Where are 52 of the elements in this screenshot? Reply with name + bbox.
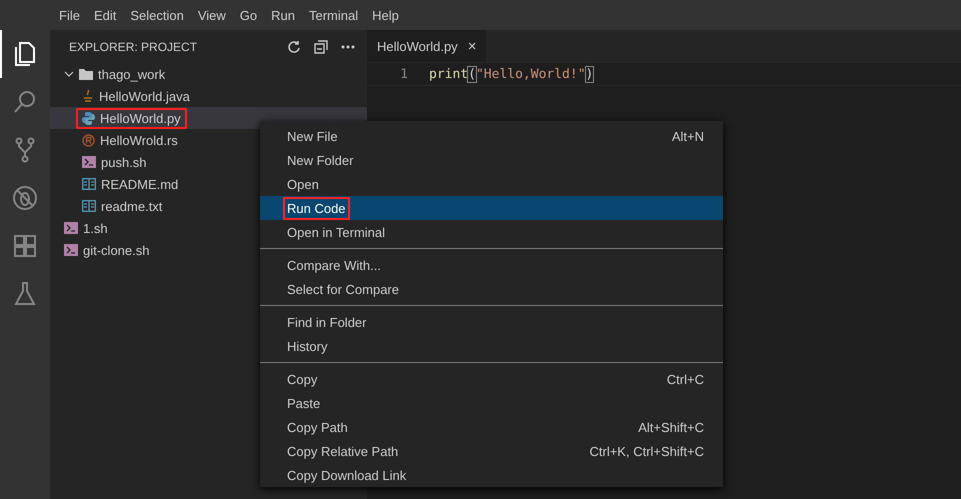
book-icon	[82, 178, 96, 190]
menu-item[interactable]: Select for Compare	[260, 277, 723, 301]
menu-item[interactable]: Paste	[260, 391, 723, 415]
tree-item[interactable]: git-clone.sh	[58, 240, 156, 260]
menu-item[interactable]: Open in Terminal	[260, 220, 723, 244]
menu-item[interactable]: Open	[260, 172, 723, 196]
menu-item[interactable]: Copy Relative Path Ctrl+K, Ctrl+Shift+C	[260, 439, 723, 463]
tree-item[interactable]: thago_work	[58, 64, 172, 84]
editor-tab[interactable]: HelloWorld.py ×	[367, 30, 486, 62]
menu-item[interactable]: New Folder	[260, 148, 723, 172]
tree-item[interactable]: HelloWrold.rs	[76, 130, 184, 150]
tree-item[interactable]: readme.txt	[76, 196, 168, 216]
coffee-cup-icon	[82, 89, 94, 103]
shortcut-label: Ctrl+K, Ctrl+Shift+C	[589, 444, 704, 458]
tree-item[interactable]: HelloWorld.java	[76, 86, 196, 106]
shortcut-label: Alt+Shift+C	[638, 420, 704, 434]
shortcut-label: Ctrl+C	[666, 372, 704, 386]
menu-item[interactable]: File	[52, 8, 87, 22]
menu-item[interactable]: Run	[264, 8, 302, 22]
tree-item[interactable]: 1.sh	[58, 218, 114, 238]
menu-item[interactable]: Run Code	[260, 196, 723, 220]
refresh-icon[interactable]	[287, 40, 301, 54]
menu-item[interactable]: Help	[365, 8, 406, 22]
book-icon	[82, 200, 96, 212]
tree-item[interactable]: push.sh	[76, 152, 153, 172]
terminal-icon	[64, 222, 78, 234]
menu-item[interactable]: Go	[232, 8, 264, 22]
terminal-icon	[64, 244, 78, 256]
line-number: 1	[399, 66, 409, 82]
code-line: print("Hello,World!")	[429, 66, 594, 82]
menu-item[interactable]: New File Alt+N	[260, 124, 723, 148]
menu-item[interactable]: Edit	[86, 8, 124, 22]
terminal-icon	[82, 156, 96, 168]
shortcut-label: Alt+N	[672, 128, 704, 144]
chevron-icon[interactable]	[64, 69, 74, 79]
rust-icon	[82, 134, 95, 146]
menu-item[interactable]: Selection	[123, 8, 191, 22]
menu-item[interactable]: History	[260, 334, 723, 358]
menu-item[interactable]: View	[190, 8, 233, 22]
collapse-all-icon[interactable]	[314, 40, 328, 54]
explorer-title: EXPLORER: PROJECT	[69, 40, 198, 54]
folder-icon	[79, 68, 93, 80]
menu-item[interactable]: Copy Download Link	[260, 463, 723, 487]
menu-item[interactable]: Copy Path Alt+Shift+C	[260, 415, 723, 439]
menu-item[interactable]: Terminal	[302, 8, 366, 22]
menu-item[interactable]: Find in Folder	[260, 310, 723, 334]
python-icon	[82, 112, 95, 124]
tree-item[interactable]: README.md	[76, 174, 184, 194]
tree-item[interactable]: HelloWorld.py	[76, 108, 187, 128]
menu-item[interactable]: Compare With...	[260, 253, 723, 277]
close-icon[interactable]: ×	[468, 38, 476, 54]
menu-item[interactable]: Copy Ctrl+C	[260, 367, 723, 391]
